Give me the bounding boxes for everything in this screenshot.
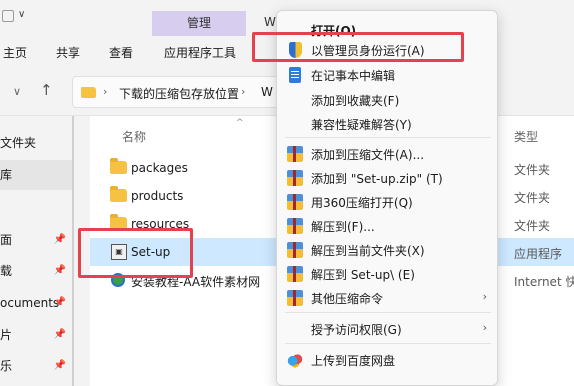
sidebar-item-label: ocuments xyxy=(0,296,60,310)
tab-app-tools[interactable]: 应用程序工具 xyxy=(164,44,236,61)
archive-icon xyxy=(287,146,303,162)
chevron-right-icon: › xyxy=(103,85,108,98)
sidebar-item-label: 库 xyxy=(0,168,13,182)
menu-item-label: 用360压缩打开(Q) xyxy=(311,196,413,210)
tab-home[interactable]: 主页 xyxy=(3,44,27,61)
menu-item-label: 解压到当前文件夹(X) xyxy=(311,244,425,258)
chevron-right-icon: › xyxy=(482,290,487,303)
archive-icon xyxy=(287,242,303,258)
file-type: 应用程序 xyxy=(514,247,563,261)
quick-access-icon[interactable] xyxy=(2,10,14,22)
pin-icon: 📌 xyxy=(53,360,66,371)
menu-separator xyxy=(285,137,491,138)
highlight-setup-file xyxy=(78,228,193,278)
menu-item-add-favorites[interactable]: 添加到收藏夹(F) xyxy=(277,88,497,112)
folder-icon xyxy=(110,186,127,202)
up-arrow-icon[interactable]: ↑ xyxy=(40,81,53,99)
tab-share[interactable]: 共享 xyxy=(56,44,80,61)
menu-item-label: 兼容性疑难解答(Y) xyxy=(311,118,412,132)
archive-icon xyxy=(287,218,303,234)
menu-item-extract-here[interactable]: 解压到当前文件夹(X) xyxy=(277,238,497,262)
sidebar-item-label: 载 xyxy=(0,264,13,278)
menu-item-open-360[interactable]: 用360压缩打开(Q) xyxy=(277,190,497,214)
menu-item-upload-baidu[interactable]: 上传到百度网盘 xyxy=(277,348,497,372)
menu-item-extract-to-setup[interactable]: 解压到 Set-up\ (E) xyxy=(277,262,497,286)
chevron-right-icon: › xyxy=(482,321,487,334)
sort-caret-icon: ^ xyxy=(236,118,244,128)
menu-item-label: 授予访问权限(G) xyxy=(311,323,402,337)
navigation-pane: 文件夹 库 面 📌 载 📌 ocuments 📌 片 📌 乐 📌 xyxy=(0,116,72,386)
file-type: 文件夹 xyxy=(514,191,551,205)
sidebar-item-downloads[interactable]: 载 📌 xyxy=(0,256,72,286)
file-type: Internet 快 xyxy=(514,275,574,289)
folder-icon xyxy=(110,158,127,174)
menu-item-grant-access[interactable]: 授予访问权限(G) › xyxy=(277,317,497,341)
sidebar-item-music[interactable]: 乐 📌 xyxy=(0,351,72,381)
recent-locations-icon[interactable]: ∨ xyxy=(13,85,21,98)
notepad-icon xyxy=(289,67,301,83)
column-header-type[interactable]: 类型 xyxy=(514,128,538,145)
context-menu: 打开(O) 以管理员身份运行(A) 在记事本中编辑 添加到收藏夹(F) 兼容性疑… xyxy=(276,10,498,386)
archive-icon xyxy=(287,266,303,282)
pin-icon: 📌 xyxy=(53,265,66,276)
menu-item-edit-notepad[interactable]: 在记事本中编辑 xyxy=(277,63,497,87)
file-type: 文件夹 xyxy=(514,219,551,233)
menu-item-label: 添加到压缩文件(A)... xyxy=(311,148,425,162)
highlight-run-as-admin xyxy=(252,32,464,62)
tab-manage[interactable]: 管理 xyxy=(152,11,246,36)
tab-view[interactable]: 查看 xyxy=(109,44,133,61)
menu-item-add-archive[interactable]: 添加到压缩文件(A)... xyxy=(277,142,497,166)
sidebar-item-label: 乐 xyxy=(0,359,13,373)
archive-icon xyxy=(287,170,303,186)
column-header-name[interactable]: 名称 xyxy=(122,128,146,145)
window-title: W xyxy=(264,15,276,29)
file-name: products xyxy=(131,189,184,203)
menu-item-label: 解压到(F)... xyxy=(311,220,375,234)
pin-icon: 📌 xyxy=(53,234,66,245)
menu-separator xyxy=(285,343,491,344)
archive-icon xyxy=(287,194,303,210)
sidebar-item-desktop[interactable]: 面 📌 xyxy=(0,225,72,255)
menu-item-label: 添加到 "Set-up.zip" (T) xyxy=(311,172,443,186)
chevron-down-icon[interactable]: ∨ xyxy=(18,9,25,20)
baidu-cloud-icon xyxy=(287,352,303,368)
menu-item-label: 添加到收藏夹(F) xyxy=(311,94,400,108)
file-name: packages xyxy=(131,161,188,175)
file-type: 文件夹 xyxy=(514,163,551,177)
pin-icon: 📌 xyxy=(53,297,66,308)
sidebar-item-documents[interactable]: ocuments 📌 xyxy=(0,288,72,318)
menu-item-compat-troubleshoot[interactable]: 兼容性疑难解答(Y) xyxy=(277,112,497,136)
breadcrumb-current[interactable]: W xyxy=(261,85,273,99)
menu-separator xyxy=(285,312,491,313)
pin-icon: 📌 xyxy=(53,329,66,340)
menu-item-extract-to[interactable]: 解压到(F)... xyxy=(277,214,497,238)
menu-item-add-to-zip[interactable]: 添加到 "Set-up.zip" (T) xyxy=(277,166,497,190)
sidebar-scrollbar[interactable] xyxy=(72,116,74,386)
chevron-right-icon: › xyxy=(241,85,246,98)
menu-item-label: 其他压缩命令 xyxy=(311,292,384,306)
sidebar-item-libraries[interactable]: 库 xyxy=(0,160,72,190)
archive-icon xyxy=(287,290,303,306)
menu-item-more-compression[interactable]: 其他压缩命令 › xyxy=(277,286,497,310)
sidebar-item-label: 面 xyxy=(0,233,13,247)
sidebar-item-label: 文件夹 xyxy=(0,136,37,150)
folder-icon xyxy=(81,87,96,98)
sidebar-item-label: 片 xyxy=(0,328,13,342)
menu-item-label: 解压到 Set-up\ (E) xyxy=(311,268,415,282)
breadcrumb-download-folder[interactable]: 下载的压缩包存放位置 xyxy=(119,85,239,102)
menu-item-label: 在记事本中编辑 xyxy=(311,69,396,83)
sidebar-item-folders[interactable]: 文件夹 xyxy=(0,128,72,158)
menu-item-label: 上传到百度网盘 xyxy=(311,354,396,368)
sidebar-item-pictures[interactable]: 片 📌 xyxy=(0,320,72,350)
